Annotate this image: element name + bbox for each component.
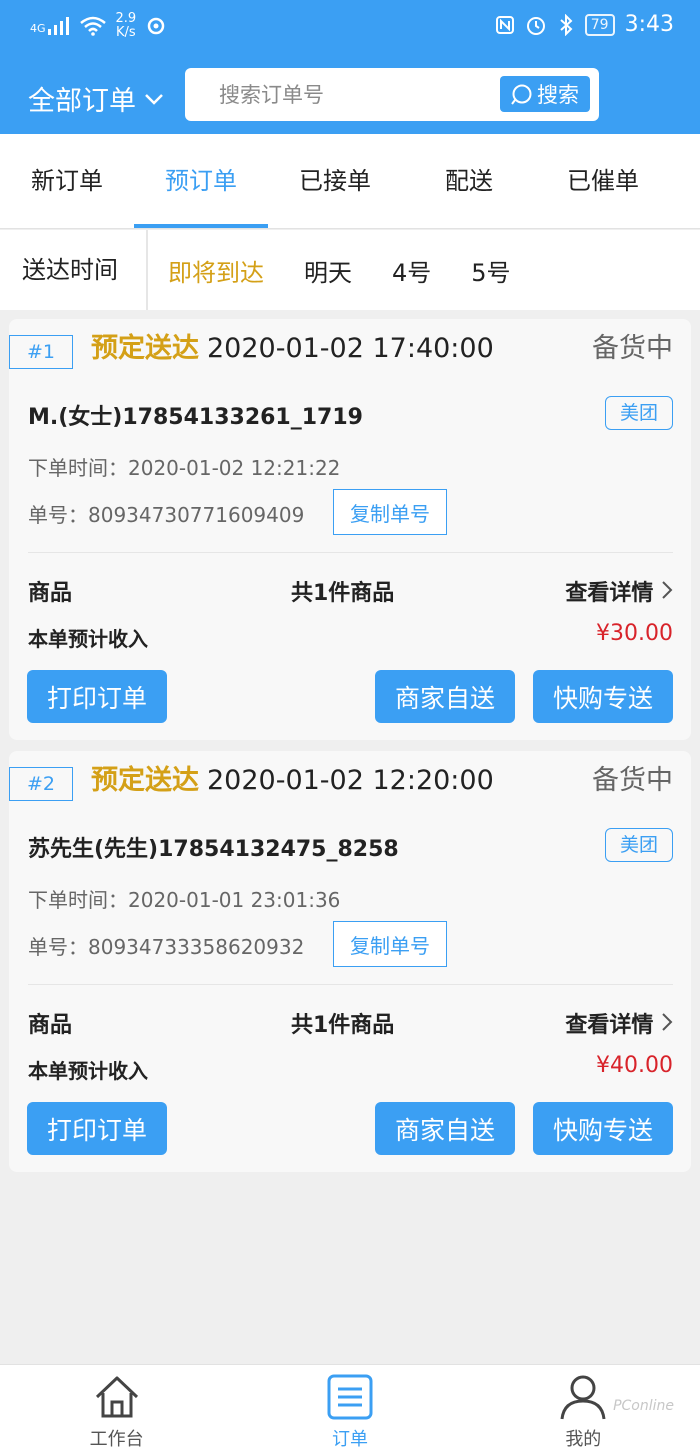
expected-income-value: ¥40.00	[596, 1053, 673, 1078]
order-list-icon	[327, 1374, 373, 1420]
order-status: 备货中	[592, 333, 673, 364]
order-filter-dropdown[interactable]: 全部订单	[28, 79, 164, 118]
order-tabs: 新订单 预订单 已接单 配送 已催单	[0, 134, 700, 229]
merchant-delivery-button[interactable]: 商家自送	[375, 1102, 515, 1155]
divider	[28, 984, 673, 985]
app-notification-icon	[147, 17, 165, 35]
signal-label: 4G	[30, 22, 46, 35]
platform-badge: 美团	[605, 828, 673, 862]
wifi-icon	[79, 16, 106, 36]
customer-name: 苏先生(先生)17854132475_8258	[28, 837, 399, 862]
home-icon	[95, 1376, 138, 1418]
cell-bars-icon	[47, 17, 69, 35]
order-filter-label: 全部订单	[28, 86, 136, 117]
time-option-day4[interactable]: 4号	[392, 253, 431, 288]
status-bar-left: 4G 2.9 K/s	[30, 12, 166, 40]
view-details-label: 查看详情	[565, 581, 654, 606]
scheduled-delivery-label: 预定送达	[91, 333, 199, 364]
bluetooth-icon	[560, 13, 573, 36]
tab-new-orders[interactable]: 新订单	[0, 134, 134, 228]
expected-income-value: ¥30.00	[596, 621, 673, 646]
order-card: #1 预定送达 2020-01-02 17:40:00 备货中 M.(女士)178…	[9, 319, 691, 740]
search-button-label: 搜索	[537, 83, 579, 107]
battery-level: 79	[590, 16, 609, 33]
platform-badge: 美团	[605, 396, 673, 430]
chevron-right-icon	[662, 1013, 673, 1031]
tab-accepted[interactable]: 已接单	[268, 134, 402, 228]
time-option-day5[interactable]: 5号	[471, 253, 510, 288]
expected-income-label: 本单预计收入	[28, 627, 148, 651]
order-index: #1	[9, 335, 73, 369]
nav-label-orders: 订单	[331, 1429, 368, 1450]
nfc-icon	[495, 15, 514, 34]
tab-reservations[interactable]: 预订单	[134, 134, 268, 228]
goods-label: 商品	[28, 581, 73, 606]
order-index: #2	[9, 767, 73, 801]
express-delivery-button[interactable]: 快购专送	[533, 670, 673, 723]
view-details-label: 查看详情	[565, 1013, 654, 1038]
chevron-down-icon	[145, 93, 163, 105]
battery-icon: 79	[584, 13, 615, 36]
scheduled-delivery-time: 2020-01-02 17:40:00	[207, 333, 494, 364]
goods-count: 共1件商品	[291, 1013, 395, 1038]
goods-count: 共1件商品	[291, 581, 395, 606]
print-order-button[interactable]: 打印订单	[27, 670, 167, 723]
goods-label: 商品	[28, 1013, 73, 1038]
net-speed-unit: K/s	[116, 25, 136, 40]
order-number: 单号：80934730771609409	[28, 503, 305, 527]
view-details-link[interactable]: 查看详情	[565, 1007, 673, 1039]
user-icon	[560, 1375, 606, 1420]
clock: 3:43	[624, 12, 674, 37]
order-card: #2 预定送达 2020-01-02 12:20:00 备货中 苏先生(先生)17…	[9, 751, 691, 1172]
print-order-button[interactable]: 打印订单	[27, 1102, 167, 1155]
scheduled-delivery: 预定送达 2020-01-02 12:20:00	[91, 761, 494, 801]
order-time: 下单时间：2020-01-02 12:21:22	[28, 456, 341, 480]
delivery-time-label: 送达时间	[0, 230, 148, 310]
order-status: 备货中	[592, 765, 673, 796]
signal-icon: 4G	[30, 17, 70, 35]
search-input[interactable]	[219, 80, 479, 110]
nav-label-mine: 我的	[565, 1429, 602, 1450]
watermark: PConline	[613, 1398, 674, 1414]
bottom-nav: 工作台 订单 我的	[0, 1364, 700, 1455]
order-number: 单号：80934733358620932	[28, 935, 305, 959]
nav-item-workbench[interactable]: 工作台	[0, 1365, 233, 1455]
tab-delivery[interactable]: 配送	[402, 134, 536, 228]
app-header: 4G 2.9 K/s 79 3:43 全部订单 搜索订单号 搜索	[0, 0, 700, 134]
chevron-right-icon	[662, 581, 673, 599]
view-details-link[interactable]: 查看详情	[565, 575, 673, 607]
search-button[interactable]: 搜索	[500, 76, 590, 112]
net-speed-value: 2.9	[115, 11, 137, 26]
delivery-time-filter: 送达时间 即将到达 明天 4号 5号	[0, 230, 700, 310]
alarm-icon	[526, 16, 545, 35]
merchant-delivery-button[interactable]: 商家自送	[375, 670, 515, 723]
scheduled-delivery-time: 2020-01-02 12:20:00	[207, 765, 494, 796]
expected-income-label: 本单预计收入	[28, 1059, 148, 1083]
search-box: 搜索	[185, 68, 599, 121]
order-time: 下单时间：2020-01-01 23:01:36	[28, 888, 341, 912]
copy-order-number-button[interactable]: 复制单号	[333, 921, 447, 967]
scheduled-delivery-label: 预定送达	[91, 765, 199, 796]
time-option-tomorrow[interactable]: 明天	[304, 253, 352, 288]
nav-label-workbench: 工作台	[89, 1429, 144, 1450]
search-icon	[511, 84, 532, 105]
customer-name: M.(女士)17854133261_1719	[28, 405, 363, 430]
nav-item-orders[interactable]: 订单	[233, 1365, 466, 1455]
status-bar-right: 79 3:43	[495, 12, 674, 37]
net-speed: 2.9 K/s	[116, 12, 137, 40]
express-delivery-button[interactable]: 快购专送	[533, 1102, 673, 1155]
status-bar: 4G 2.9 K/s 79 3:43	[0, 0, 700, 56]
copy-order-number-button[interactable]: 复制单号	[333, 489, 447, 535]
time-option-arriving[interactable]: 即将到达	[168, 253, 264, 288]
tab-reminded[interactable]: 已催单	[536, 134, 670, 228]
divider	[28, 552, 673, 553]
scheduled-delivery: 预定送达 2020-01-02 17:40:00	[91, 329, 494, 369]
